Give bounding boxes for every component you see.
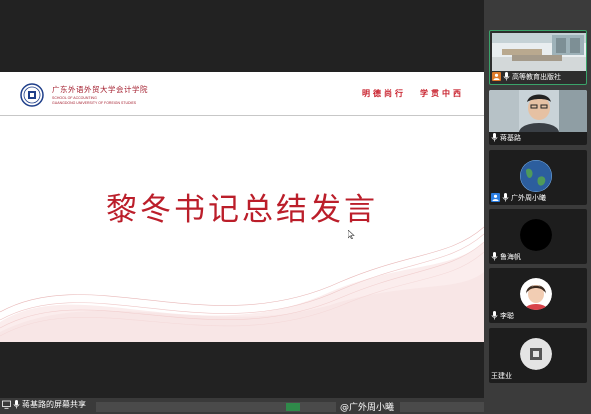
screen-share-label: 蒋基路的屏幕共享 (22, 400, 86, 409)
avatar (520, 219, 552, 251)
screen-share-indicator[interactable]: 蒋基路的屏幕共享 (2, 399, 86, 410)
video-feed (492, 33, 586, 71)
participant-label: 鲁海帆 (491, 251, 521, 262)
motto-right: 学贯中西 (420, 88, 464, 98)
chat-preview[interactable]: @广外周小曦 (340, 400, 394, 413)
slide-title: 黎冬书记总结发言 (106, 192, 378, 228)
microphone-icon[interactable] (491, 311, 498, 320)
user-icon (492, 72, 501, 81)
avatar (520, 160, 552, 192)
participant-tile[interactable]: 高等教育出版社 (489, 30, 587, 85)
screen-share-icon (2, 400, 11, 409)
video-feed (489, 90, 587, 132)
taskbar-strip (96, 402, 336, 412)
participant-name: 鲁海帆 (500, 252, 521, 261)
microphone-icon (13, 400, 20, 409)
participant-tile[interactable]: 王建业 (489, 328, 587, 383)
school-name-en-line1: SCHOOL OF ACCOUNTING (52, 96, 97, 100)
slide-header: 广东外语外贸大学会计学院 SCHOOL OF ACCOUNTING GUANGD… (0, 72, 484, 116)
avatar (520, 338, 552, 370)
microphone-icon[interactable] (503, 72, 510, 81)
shared-screen-area: 广东外语外贸大学会计学院 SCHOOL OF ACCOUNTING GUANGD… (0, 0, 484, 414)
participant-label: 广外周小曦 (491, 192, 546, 203)
participant-sidebar: 高等教育出版社 蒋基路 广外周小曦 鲁海帆 李聪 王建业 (484, 0, 591, 414)
participant-tile[interactable]: 鲁海帆 (489, 209, 587, 264)
participant-label: 王建业 (491, 370, 512, 381)
university-logo-icon (20, 83, 44, 107)
participant-tile[interactable]: 蒋基路 (489, 90, 587, 145)
user-icon (491, 193, 500, 202)
microphone-icon[interactable] (491, 252, 498, 261)
participant-name: 广外周小曦 (511, 193, 546, 202)
motto-left: 明德尚行 (362, 88, 406, 98)
participant-name: 蒋基路 (500, 133, 521, 142)
participant-name: 高等教育出版社 (512, 72, 561, 81)
avatar (520, 278, 552, 310)
participant-label: 蒋基路 (491, 132, 521, 143)
mouse-cursor-icon (348, 230, 355, 239)
microphone-icon[interactable] (491, 133, 498, 142)
participant-label: 李聪 (491, 310, 514, 321)
microphone-icon[interactable] (502, 193, 509, 202)
participant-label: 高等教育出版社 (492, 71, 561, 82)
taskbar-strip (400, 402, 484, 412)
school-name-en-line2: GUANGDONG UNIVERSITY OF FOREIGN STUDIES (52, 101, 137, 105)
participant-tile[interactable]: 广外周小曦 (489, 150, 587, 205)
participant-tile[interactable]: 李聪 (489, 268, 587, 323)
header-divider (0, 115, 484, 116)
presentation-slide: 广东外语外贸大学会计学院 SCHOOL OF ACCOUNTING GUANGD… (0, 72, 484, 342)
participant-name: 王建业 (491, 371, 512, 380)
participant-name: 李聪 (500, 311, 514, 320)
school-name-cn: 广东外语外贸大学会计学院 (52, 85, 148, 94)
status-bar: 蒋基路的屏幕共享 @广外周小曦 (0, 398, 484, 414)
